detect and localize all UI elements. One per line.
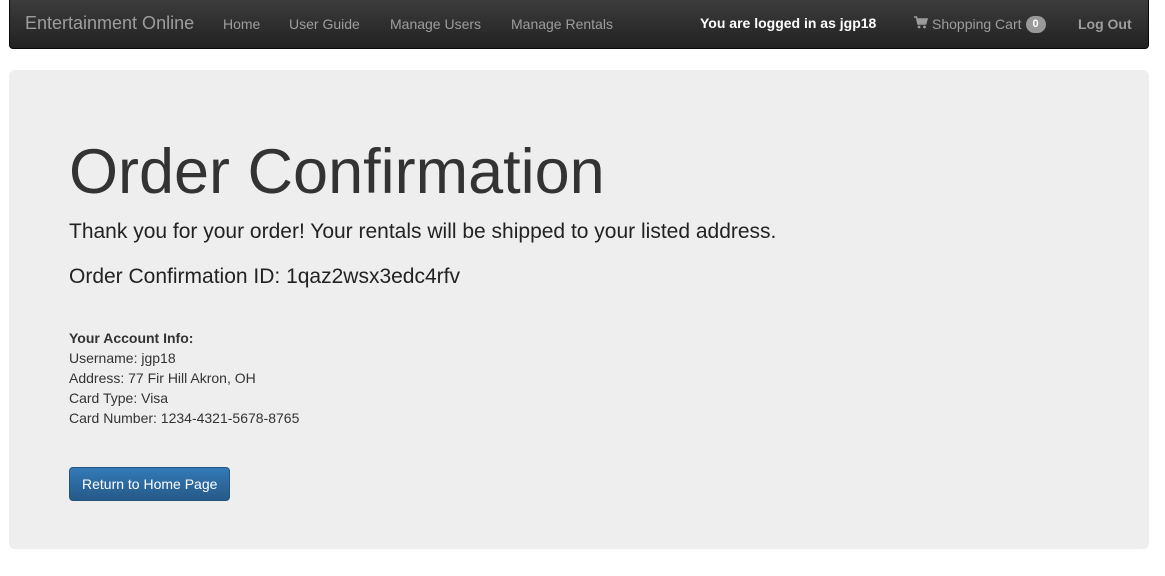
account-info-heading: Your Account Info: [69, 330, 194, 346]
order-confirmation-panel: Order Confirmation Thank you for your or… [9, 70, 1149, 549]
cart-count-badge: 0 [1025, 15, 1046, 33]
thank-you-message: Thank you for your order! Your rentals w… [69, 220, 777, 243]
account-username: Username: jgp18 [69, 350, 176, 366]
confirmation-id: Order Confirmation ID: 1qaz2wsx3edc4rfv [69, 265, 460, 288]
shopping-cart-label: Shopping Cart [932, 16, 1022, 32]
nav-manage-users-link[interactable]: Manage Users [390, 0, 481, 48]
account-card-type: Card Type: Visa [69, 390, 169, 406]
nav-user-guide-link[interactable]: User Guide [289, 0, 360, 48]
shopping-cart-link[interactable]: Shopping Cart 0 [914, 0, 1046, 48]
account-card-number: Card Number: 1234-4321-5678-8765 [69, 410, 300, 426]
top-navbar: Entertainment Online Home User Guide Man… [9, 0, 1149, 49]
return-home-button[interactable]: Return to Home Page [69, 467, 231, 501]
log-out-link[interactable]: Log Out [1078, 0, 1132, 48]
shopping-cart-icon [914, 16, 932, 32]
account-info: Your Account Info: Username: jgp18 Addre… [69, 328, 299, 428]
nav-manage-rentals-link[interactable]: Manage Rentals [511, 0, 613, 48]
account-address: Address: 77 Fir Hill Akron, OH [69, 370, 256, 386]
nav-home-link[interactable]: Home [223, 0, 260, 48]
logged-in-status: You are logged in as jgp18 [700, 15, 877, 31]
page-title: Order Confirmation [69, 137, 605, 207]
brand-link[interactable]: Entertainment Online [25, 0, 194, 47]
